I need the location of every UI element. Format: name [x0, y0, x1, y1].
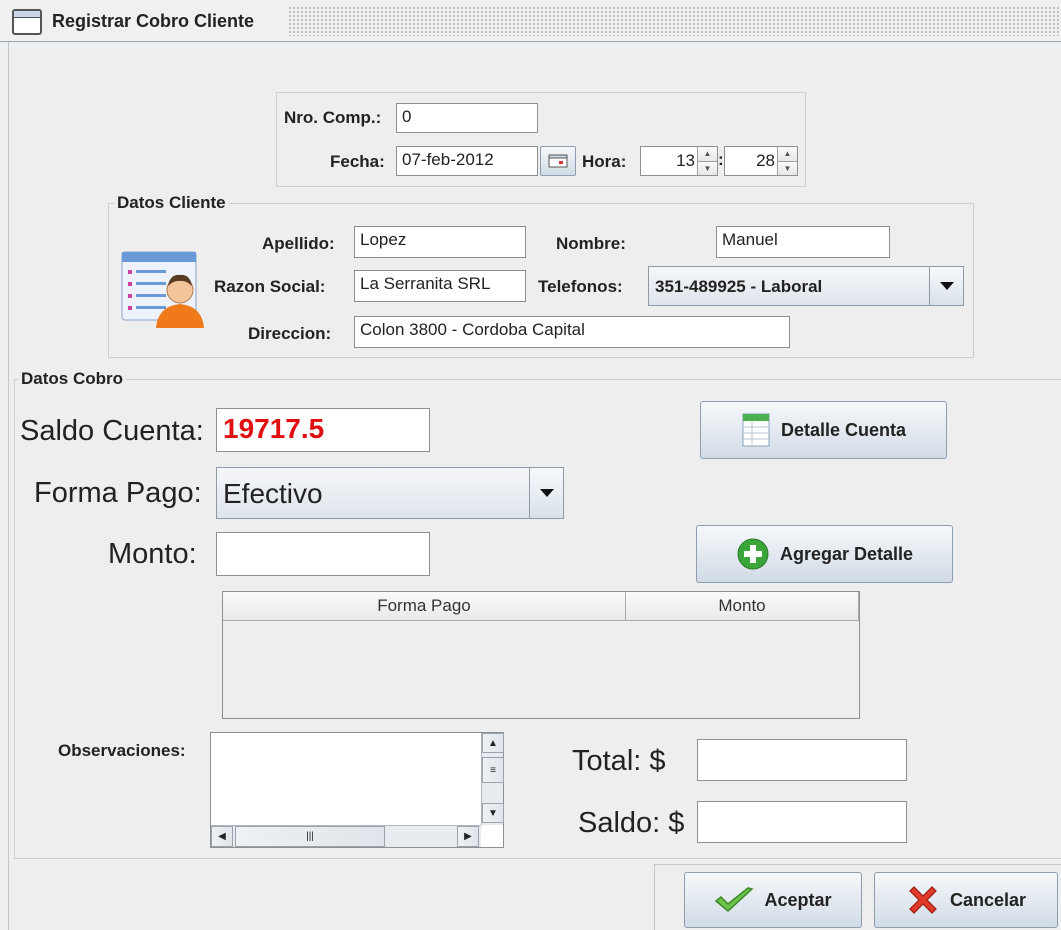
total-field[interactable] — [697, 739, 907, 781]
spreadsheet-icon — [742, 413, 770, 447]
scroll-left-button[interactable]: ◀ — [211, 826, 233, 847]
saldo-label: Saldo: $ — [578, 807, 685, 839]
aceptar-button[interactable]: Aceptar — [684, 872, 862, 928]
observaciones-label: Observaciones: — [58, 741, 186, 760]
telefonos-value: 351-489925 - Laboral — [655, 277, 823, 296]
calendar-button[interactable] — [540, 146, 576, 176]
forma-pago-combo[interactable]: Efectivo — [216, 467, 564, 519]
scroll-up-button[interactable]: ▲ — [482, 733, 504, 753]
forma-pago-dropdown-button[interactable] — [529, 468, 563, 518]
hora-spinner[interactable]: 13 ▲ ▼ — [640, 146, 718, 176]
title-bar: Registrar Cobro Cliente — [0, 0, 1061, 42]
vertical-scrollbar[interactable]: ▲ ≡ ▼ — [481, 733, 504, 825]
direccion-label: Direccion: — [248, 324, 332, 343]
datos-cliente-title: Datos Cliente — [114, 193, 229, 213]
check-icon — [715, 887, 755, 912]
razon-social-field[interactable]: La Serranita SRL — [354, 270, 526, 302]
minuto-spin-buttons[interactable]: ▲ ▼ — [777, 147, 797, 175]
x-icon — [909, 886, 937, 914]
direccion-field[interactable]: Colon 3800 - Cordoba Capital — [354, 316, 790, 348]
forma-pago-value: Efectivo — [223, 478, 323, 509]
plus-icon — [737, 538, 769, 570]
forma-pago-label: Forma Pago: — [34, 477, 202, 509]
column-header-monto[interactable]: Monto — [626, 592, 859, 620]
detalle-cuenta-label: Detalle Cuenta — [780, 419, 907, 440]
telefonos-dropdown-button[interactable] — [929, 267, 963, 305]
horizontal-scrollbar[interactable]: ◀ ||| ▶ — [211, 825, 481, 847]
saldo-cuenta-field[interactable]: 19717.5 — [216, 408, 430, 452]
minuto-spinner[interactable]: 28 ▲ ▼ — [724, 146, 798, 176]
scroll-down-button[interactable]: ▼ — [482, 803, 504, 823]
title-bar-pattern — [288, 6, 1060, 36]
hora-value: 13 — [676, 151, 695, 170]
hora-label: Hora: — [582, 152, 627, 171]
table-header: Forma Pago Monto — [223, 592, 859, 621]
monto-label: Monto: — [108, 538, 197, 570]
horizontal-scroll-thumb[interactable]: ||| — [235, 826, 385, 847]
nombre-field[interactable]: Manuel — [716, 226, 890, 258]
monto-field[interactable] — [216, 532, 430, 576]
agregar-detalle-label: Agregar Detalle — [779, 543, 914, 564]
agregar-detalle-button[interactable]: Agregar Detalle — [696, 525, 953, 583]
minuto-value: 28 — [756, 151, 775, 170]
apellido-label: Apellido: — [262, 234, 335, 253]
cancelar-label: Cancelar — [949, 889, 1027, 910]
telefonos-label: Telefonos: — [538, 277, 623, 296]
chevron-down-icon — [539, 489, 554, 497]
saldo-cuenta-label: Saldo Cuenta: — [20, 415, 204, 447]
client-card-icon — [121, 251, 204, 328]
cancelar-button[interactable]: Cancelar — [874, 872, 1058, 928]
time-separator: : — [718, 150, 724, 169]
razon-social-label: Razon Social: — [214, 277, 326, 296]
window-title: Registrar Cobro Cliente — [52, 11, 255, 31]
saldo-field[interactable] — [697, 801, 907, 843]
fecha-label: Fecha: — [330, 152, 385, 171]
apellido-field[interactable]: Lopez — [354, 226, 526, 258]
datos-cobro-title: Datos Cobro — [18, 369, 126, 389]
calendar-icon — [548, 154, 568, 168]
aceptar-label: Aceptar — [764, 889, 832, 910]
total-label: Total: $ — [572, 745, 666, 777]
telefonos-combo[interactable]: 351-489925 - Laboral — [648, 266, 964, 306]
fecha-field[interactable]: 07-feb-2012 — [396, 146, 538, 176]
observaciones-textarea[interactable]: ▲ ≡ ▼ ◀ ||| ▶ — [210, 732, 504, 848]
chevron-down-icon — [939, 282, 954, 290]
detalle-cuenta-button[interactable]: Detalle Cuenta — [700, 401, 947, 459]
column-header-forma-pago[interactable]: Forma Pago — [223, 592, 626, 620]
nombre-label: Nombre: — [556, 234, 626, 253]
hora-spin-buttons[interactable]: ▲ ▼ — [697, 147, 717, 175]
scroll-right-button[interactable]: ▶ — [457, 826, 479, 847]
window-icon — [12, 9, 42, 35]
vertical-scroll-thumb[interactable]: ≡ — [482, 757, 504, 783]
detalle-table[interactable]: Forma Pago Monto — [222, 591, 860, 719]
nro-comp-label: Nro. Comp.: — [284, 108, 382, 127]
nro-comp-field[interactable]: 0 — [396, 103, 538, 133]
